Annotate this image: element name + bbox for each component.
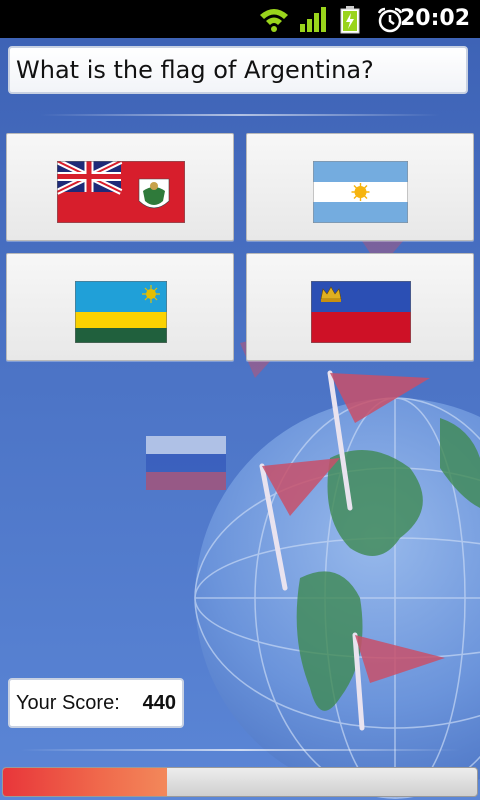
time-progress-fill bbox=[3, 768, 167, 796]
answer-button-2[interactable] bbox=[246, 133, 474, 241]
bermuda-flag-icon bbox=[57, 161, 185, 223]
score-panel: Your Score: 440 bbox=[8, 678, 184, 728]
header-divider bbox=[40, 114, 440, 116]
liechtenstein-flag-icon bbox=[311, 281, 411, 343]
argentina-flag-icon bbox=[313, 161, 408, 223]
status-time: 20:02 bbox=[399, 6, 470, 31]
wifi-icon bbox=[260, 9, 288, 32]
signal-icon bbox=[300, 7, 326, 32]
time-progress-bar bbox=[2, 767, 478, 797]
score-label: Your Score: bbox=[16, 692, 120, 714]
battery-charging-icon bbox=[340, 6, 360, 34]
answer-button-3[interactable] bbox=[6, 253, 234, 361]
score-value: 440 bbox=[142, 692, 176, 714]
status-bar: 20:02 bbox=[0, 0, 480, 38]
answer-button-4[interactable] bbox=[246, 253, 474, 361]
rwanda-flag-icon bbox=[75, 281, 167, 343]
quiz-screen: What is the flag of Argentina? Your Scor… bbox=[0, 38, 480, 800]
question-text: What is the flag of Argentina? bbox=[8, 46, 468, 94]
answer-button-1[interactable] bbox=[6, 133, 234, 241]
footer-divider bbox=[20, 749, 460, 751]
